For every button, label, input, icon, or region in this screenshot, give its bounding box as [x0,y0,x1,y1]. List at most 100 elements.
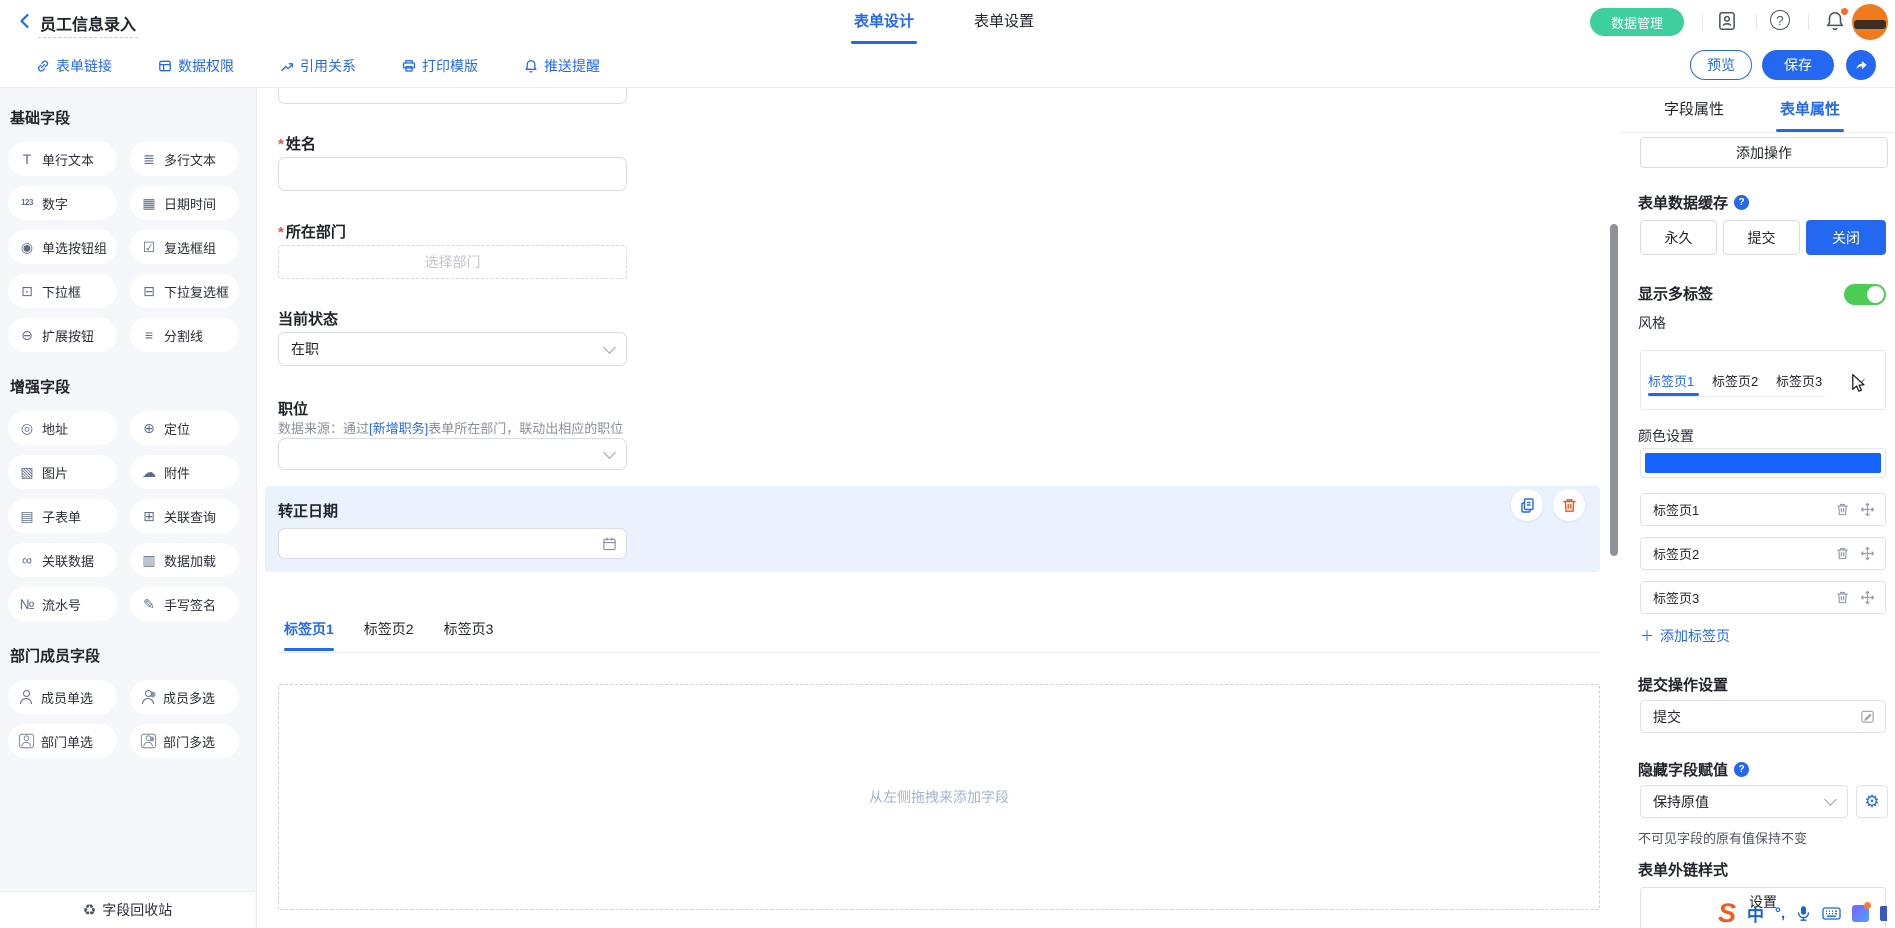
tab-field-properties[interactable]: 字段属性 [1664,87,1724,132]
field-item-address[interactable]: ◎地址 [8,411,117,445]
back-button[interactable] [16,12,34,30]
style-tab-1[interactable]: 标签页1 [1648,371,1694,390]
add-tab-link[interactable]: ＋ 添加标签页 [1640,626,1730,646]
ime-mic-icon[interactable] [1796,905,1811,922]
copy-field-button[interactable] [1511,489,1543,521]
canvas-tab-2[interactable]: 标签页2 [364,619,414,651]
cache-option-permanent[interactable]: 永久 [1640,220,1717,255]
label-text: 表单数据缓存 [1638,192,1728,213]
field-item-label: 子表单 [42,507,81,526]
ime-language-icon[interactable]: 中 [1747,901,1764,926]
reference-relation-button[interactable]: 引用关系 [280,56,356,76]
sogou-logo-icon[interactable]: S [1718,900,1736,927]
field-item-datetime[interactable]: ▦日期时间 [130,186,239,220]
color-picker-field[interactable] [1640,448,1886,478]
delete-tab-button[interactable] [1835,502,1850,517]
canvas-tab-1[interactable]: 标签页1 [284,619,334,651]
field-item-dept-single[interactable]: 部门单选 [8,724,117,758]
field-item-member-multi[interactable]: 成员多选 [130,680,239,714]
field-item-number[interactable]: 123数字 [8,186,117,220]
helper-link[interactable]: [新增职务] [369,421,428,436]
field-item-subform[interactable]: ▤子表单 [8,499,117,533]
delete-field-button[interactable] [1553,489,1585,521]
save-button[interactable]: 保存 [1762,50,1834,80]
drop-zone[interactable]: 从左侧拖拽来添加字段 [278,684,1600,910]
delete-tab-button[interactable] [1835,590,1850,605]
move-tab-handle[interactable] [1860,502,1875,517]
field-item-signature[interactable]: ✎手写签名 [130,587,239,621]
ime-punctuation-icon[interactable]: °, [1775,905,1785,922]
field-item-label: 分割线 [164,326,203,345]
style-tab-3[interactable]: 标签页3 [1776,371,1822,390]
help-circle-icon[interactable]: ? [1734,195,1749,210]
hidden-field-config-button[interactable]: ⚙ [1856,785,1888,818]
delete-tab-button[interactable] [1835,546,1850,561]
tab-row-1[interactable]: 标签页1 [1640,493,1886,526]
position-select[interactable] [278,438,627,470]
department-picker[interactable]: 选择部门 [278,245,627,279]
contacts-icon[interactable] [1716,10,1738,32]
tab-row-3[interactable]: 标签页3 [1640,581,1886,614]
status-select[interactable]: 在职 [278,332,627,366]
cache-option-closed[interactable]: 关闭 [1806,220,1886,255]
canvas-scrollbar[interactable] [1610,224,1618,556]
avatar[interactable] [1852,4,1888,40]
submit-text-input[interactable]: 提交 [1640,700,1886,733]
field-item-dropdown[interactable]: ⊡下拉框 [8,274,117,308]
field-item-divider[interactable]: ≡分割线 [130,318,239,352]
field-item-radio-group[interactable]: ◉单选按钮组 [8,230,117,264]
field-item-serial-number[interactable]: №流水号 [8,587,117,621]
tab-row-2[interactable]: 标签页2 [1640,537,1886,570]
collapse-chevron-icon[interactable] [1852,373,1865,386]
field-item-expand-button[interactable]: ⊖扩展按钮 [8,318,117,352]
signature-icon: ✎ [141,597,157,611]
regular-date-input[interactable] [278,528,627,559]
ime-keyboard-icon[interactable] [1822,906,1841,921]
field-item-multi-dropdown[interactable]: ⊟下拉复选框 [130,274,239,308]
data-permission-button[interactable]: 数据权限 [158,56,234,76]
field-recycle-bin[interactable]: ♻ 字段回收站 [0,891,255,928]
print-template-button[interactable]: 打印模版 [402,56,478,76]
field-item-linked-data[interactable]: ∞关联数据 [8,543,117,577]
tab-form-design[interactable]: 表单设计 [854,0,914,44]
form-link-button[interactable]: 表单链接 [36,56,112,76]
tab-form-properties[interactable]: 表单属性 [1780,87,1840,132]
notification-bell-icon[interactable] [1824,10,1846,32]
field-item-data-load[interactable]: ▥数据加载 [130,543,239,577]
help-icon[interactable]: ? [1770,10,1790,30]
helper-prefix: 数据来源：通过 [278,421,369,436]
style-tab-2[interactable]: 标签页2 [1712,371,1758,390]
share-arrow-icon [1853,57,1870,74]
permission-grid-icon [158,59,172,73]
cache-option-submit[interactable]: 提交 [1723,220,1800,255]
field-item-attachment[interactable]: ☁附件 [130,455,239,489]
field-item-location[interactable]: ⊕定位 [130,411,239,445]
field-item-label: 成员单选 [41,688,93,707]
share-button[interactable] [1846,50,1876,80]
field-item-member-single[interactable]: 成员单选 [8,680,117,714]
field-item-linked-query[interactable]: ⊞关联查询 [130,499,239,533]
tab-form-settings[interactable]: 表单设置 [974,0,1034,44]
preview-button[interactable]: 预览 [1690,50,1752,80]
name-input[interactable] [278,157,627,191]
page-title: 员工信息录入 [40,11,136,35]
move-tab-handle[interactable] [1860,590,1875,605]
push-reminder-button[interactable]: 推送提醒 [524,56,600,76]
scrolled-input-partial[interactable] [278,87,627,104]
ime-more-icon[interactable] [1880,906,1887,921]
edit-icon[interactable] [1860,709,1875,724]
ime-skin-icon[interactable] [1852,905,1869,922]
field-item-checkbox-group[interactable]: ☑复选框组 [130,230,239,264]
field-item-multi-line-text[interactable]: ≣多行文本 [130,142,239,176]
canvas-tab-3[interactable]: 标签页3 [444,619,494,651]
data-manage-button[interactable]: 数据管理 [1590,8,1684,36]
hidden-field-select[interactable]: 保持原值 [1640,785,1848,818]
move-tab-handle[interactable] [1860,546,1875,561]
member-multi-icon [141,690,156,704]
multi-tab-toggle[interactable] [1844,284,1886,305]
field-item-dept-multi[interactable]: 部门多选 [130,724,239,758]
field-item-single-line-text[interactable]: T单行文本 [8,142,117,176]
help-circle-icon[interactable]: ? [1734,762,1749,777]
field-item-image[interactable]: ▧图片 [8,455,117,489]
add-action-button[interactable]: 添加操作 [1640,137,1888,168]
